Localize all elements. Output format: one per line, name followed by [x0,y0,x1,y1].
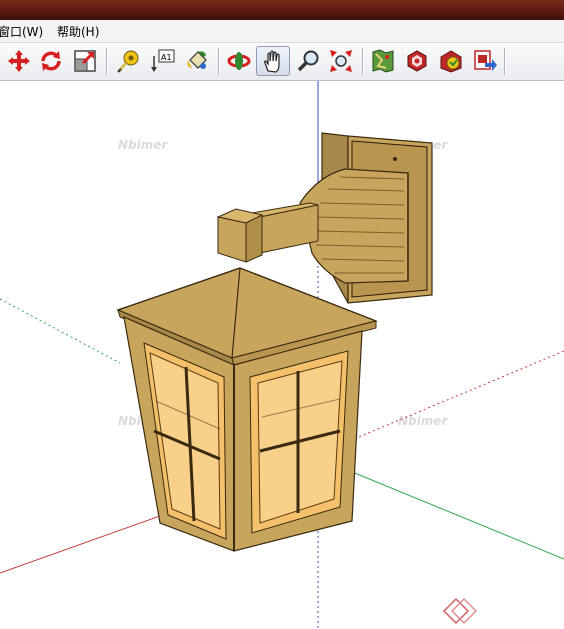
drawing-viewport[interactable]: Nbimer Nbimer Nbimer Nbimer [0,81,564,629]
components-icon [407,50,427,72]
model-canvas [0,81,564,629]
tape-measure-tool-button[interactable] [114,46,144,76]
tape-measure-icon [117,50,139,73]
lantern-cap [216,208,264,263]
green-axis [344,468,564,560]
move-icon [8,50,30,72]
text-icon: A1 [151,49,175,72]
zoom-tool-button[interactable] [294,46,324,76]
map-icon [372,49,394,73]
orbit-tool-button[interactable] [224,46,254,76]
toolbar-separator [218,48,220,75]
rotate-tool-button[interactable] [36,46,66,76]
menu-bar: 窗口(W) 帮助(H) [0,20,564,43]
paint-bucket-icon [187,51,207,69]
zoom-icon [297,50,319,72]
move-tool-button[interactable] [4,46,34,76]
toolbar-separator [106,48,108,75]
scale-icon [74,50,96,72]
toolbar: A1 [0,43,564,81]
rotate-icon [41,51,61,71]
pan-icon [264,50,280,73]
pan-tool-button[interactable] [256,46,290,76]
zoom-extents-tool-button[interactable] [326,46,356,76]
menu-window[interactable]: 窗口(W) [0,23,43,40]
scale-tool-button[interactable] [70,46,100,76]
zoom-extents-icon [330,50,352,72]
paint-bucket-tool-button[interactable] [182,46,212,76]
text-tool-button[interactable]: A1 [148,46,178,76]
menu-help[interactable]: 帮助(H) [57,23,99,40]
share-icon [474,50,497,71]
watermark-logo [442,597,478,625]
share-component-button[interactable] [436,46,466,76]
share-model-button[interactable] [470,46,500,76]
toolbar-separator [362,48,364,75]
orbit-icon [227,52,251,70]
toolbar-separator [504,48,506,75]
get-models-button[interactable] [402,46,432,76]
green-axis-hidden [0,298,121,364]
title-bar [0,0,564,20]
lantern-right-panel [233,330,363,552]
add-location-button[interactable] [368,46,398,76]
warehouse-icon [440,50,462,73]
text-tool-label: A1 [161,53,172,62]
